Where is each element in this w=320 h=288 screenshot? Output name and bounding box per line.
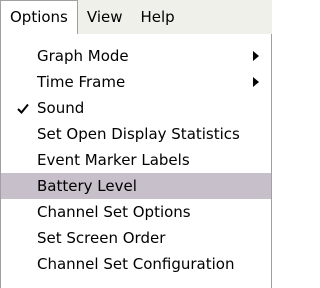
menu-item-label: Graph Mode [37, 47, 129, 65]
menu-item-channel-set-configuration[interactable]: Channel Set Configuration [1, 251, 271, 277]
menu-item-label: Channel Set Configuration [37, 255, 235, 273]
menu-item-label: Set Open Display Statistics [37, 125, 240, 143]
menu-item-battery-level[interactable]: Battery Level [1, 173, 271, 199]
options-dropdown-menu: Graph Mode Time Frame Sound Set Open Dis… [0, 34, 272, 288]
menu-options[interactable]: Options [0, 0, 78, 35]
menu-item-label: Battery Level [37, 177, 137, 195]
menu-item-event-marker-labels[interactable]: Event Marker Labels [1, 147, 271, 173]
check-icon [14, 95, 32, 121]
menu-bar: Options View Help [0, 0, 272, 35]
menu-item-label: Time Frame [37, 73, 126, 91]
submenu-arrow-icon [253, 69, 259, 95]
menu-item-label: Event Marker Labels [37, 151, 190, 169]
submenu-arrow-icon [253, 43, 259, 69]
menu-item-time-frame[interactable]: Time Frame [1, 69, 271, 95]
menu-item-label: Sound [37, 99, 85, 117]
menu-item-graph-mode[interactable]: Graph Mode [1, 43, 271, 69]
menu-item-sound[interactable]: Sound [1, 95, 271, 121]
menu-item-label: Set Screen Order [37, 229, 166, 247]
menu-item-channel-set-options[interactable]: Channel Set Options [1, 199, 271, 225]
menu-item-label: Channel Set Options [37, 203, 191, 221]
menu-item-set-open-display-statistics[interactable]: Set Open Display Statistics [1, 121, 271, 147]
application-window: Options View Help Graph Mode Time Frame … [0, 0, 272, 288]
menu-help[interactable]: Help [132, 0, 184, 34]
menu-view[interactable]: View [78, 0, 132, 34]
menu-item-set-screen-order[interactable]: Set Screen Order [1, 225, 271, 251]
